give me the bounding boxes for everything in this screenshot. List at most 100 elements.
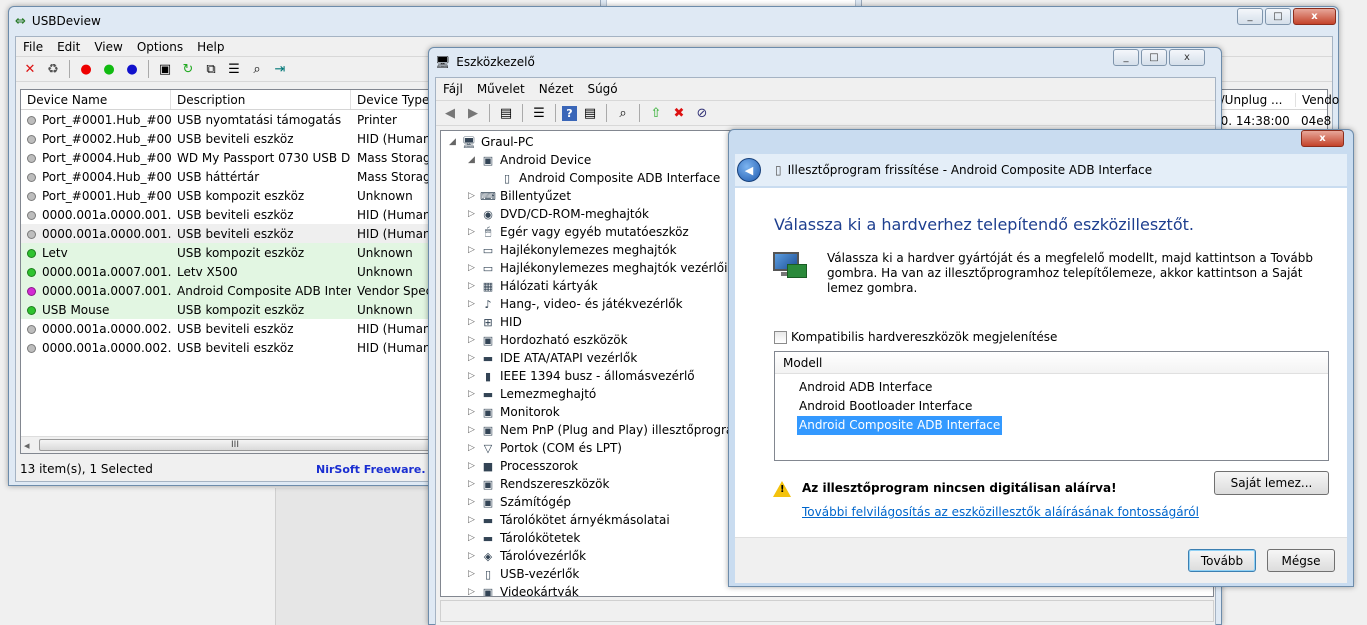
- tree-node[interactable]: ▷ ▯ USB-vezérlők: [468, 565, 579, 583]
- expand-arrow-icon[interactable]: ▷: [468, 515, 478, 525]
- devmgr-close-button[interactable]: x: [1169, 49, 1205, 66]
- horizontal-scrollbar[interactable]: ◂ III: [21, 436, 433, 453]
- expand-arrow-icon[interactable]: ▷: [468, 317, 478, 327]
- tree-node[interactable]: ▷ ◉ DVD/CD-ROM-meghajtók: [468, 205, 649, 223]
- column-plug-date[interactable]: g/Unplug ...: [1213, 93, 1295, 107]
- uninstall-icon[interactable]: ♻: [43, 59, 63, 79]
- expand-arrow-icon[interactable]: ▷: [468, 479, 478, 489]
- properties-icon[interactable]: ☰: [224, 59, 244, 79]
- menu-help[interactable]: Help: [190, 40, 231, 54]
- update-driver-icon[interactable]: ⇧: [646, 103, 666, 123]
- back-arrow-icon[interactable]: ◀: [737, 158, 761, 182]
- save-icon[interactable]: ▣: [155, 59, 175, 79]
- expand-arrow-icon[interactable]: ▷: [468, 389, 478, 399]
- scroll-thumb[interactable]: III: [39, 439, 431, 451]
- tree-node[interactable]: ◢ ▣ Android Device: [468, 151, 591, 169]
- signing-info-link[interactable]: További felvilágosítás az eszközillesztő…: [802, 505, 1199, 519]
- model-item[interactable]: Android Composite ADB Interface: [797, 416, 1003, 435]
- model-item[interactable]: Android Bootloader Interface: [797, 397, 974, 416]
- have-disk-button[interactable]: Saját lemez...: [1214, 471, 1329, 495]
- tree-node[interactable]: ▷ ▣ Számítógép: [468, 493, 571, 511]
- compat-checkbox[interactable]: [774, 330, 787, 344]
- menu-fajl[interactable]: Fájl: [436, 82, 470, 96]
- expand-arrow-icon[interactable]: ▷: [468, 245, 478, 255]
- menu-sugo[interactable]: Súgó: [580, 82, 624, 96]
- help-icon[interactable]: ?: [562, 105, 577, 121]
- refresh-icon[interactable]: ↻: [178, 59, 198, 79]
- menu-view[interactable]: View: [87, 40, 129, 54]
- column-vendor[interactable]: Vendo: [1295, 93, 1339, 107]
- minimize-button[interactable]: _: [1237, 8, 1263, 25]
- nirsoft-link[interactable]: NirSoft Freeware.: [316, 463, 426, 476]
- red-dot-icon[interactable]: ●: [76, 59, 96, 79]
- next-button[interactable]: Tovább: [1188, 549, 1256, 572]
- expand-arrow-icon[interactable]: ▷: [468, 443, 478, 453]
- copy-icon[interactable]: ⧉: [201, 59, 221, 79]
- back-icon[interactable]: ◀: [440, 103, 460, 123]
- wizard-close-button[interactable]: x: [1301, 130, 1344, 147]
- menu-options[interactable]: Options: [130, 40, 190, 54]
- expand-arrow-icon[interactable]: ◢: [449, 137, 459, 147]
- expand-arrow-icon[interactable]: ▷: [468, 407, 478, 417]
- menu-file[interactable]: File: [16, 40, 50, 54]
- expand-arrow-icon[interactable]: ▷: [468, 461, 478, 471]
- expand-arrow-icon[interactable]: ▷: [468, 353, 478, 363]
- expand-arrow-icon[interactable]: ▷: [468, 533, 478, 543]
- console-tree-icon[interactable]: ▤: [496, 103, 516, 123]
- menu-muvelet[interactable]: Művelet: [470, 82, 532, 96]
- properties-sheet-icon[interactable]: ☰: [529, 103, 549, 123]
- green-dot-icon[interactable]: ●: [99, 59, 119, 79]
- tree-node[interactable]: ▷ 🖱 Egér vagy egyéb mutatóeszköz: [468, 223, 689, 241]
- action-pane-icon[interactable]: ▤: [580, 103, 600, 123]
- column-device-name[interactable]: Device Name: [21, 90, 171, 109]
- expand-arrow-icon[interactable]: ▷: [468, 209, 478, 219]
- tree-node[interactable]: ▷ ▭ Hajlékonylemezes meghajtók: [468, 241, 677, 259]
- tree-node[interactable]: ▷ ▬ Tárolókötetek: [468, 529, 580, 547]
- expand-arrow-icon[interactable]: ◢: [468, 155, 478, 165]
- tree-node[interactable]: ▯ Android Composite ADB Interface: [487, 169, 720, 187]
- tree-node[interactable]: ▷ ▭ Hajlékonylemezes meghajtók vezérlői: [468, 259, 727, 277]
- tree-node[interactable]: ▷ ▦ Hálózati kártyák: [468, 277, 598, 295]
- tree-node[interactable]: ▷ ▣ Videokártyák: [468, 583, 579, 596]
- disable-device-icon[interactable]: ⊘: [692, 103, 712, 123]
- expand-arrow-icon[interactable]: ▷: [468, 299, 478, 309]
- expand-arrow-icon[interactable]: ▷: [468, 551, 478, 561]
- expand-arrow-icon[interactable]: ▷: [468, 425, 478, 435]
- disconnect-icon[interactable]: ✕: [20, 59, 40, 79]
- tree-node[interactable]: ▷ ▬ IDE ATA/ATAPI vezérlők: [468, 349, 637, 367]
- tree-node[interactable]: ▷ ⊞ HID: [468, 313, 522, 331]
- blue-dot-icon[interactable]: ●: [122, 59, 142, 79]
- maximize-button[interactable]: □: [1265, 8, 1291, 25]
- model-item[interactable]: Android ADB Interface: [797, 378, 934, 397]
- tree-node[interactable]: ▷ ▣ Rendszereszközök: [468, 475, 609, 493]
- scan-hardware-icon[interactable]: ⌕: [613, 103, 633, 123]
- expand-arrow-icon[interactable]: ▷: [468, 281, 478, 291]
- tree-node[interactable]: ▷ ▣ Hordozható eszközök: [468, 331, 628, 349]
- expand-arrow-icon[interactable]: ▷: [468, 569, 478, 579]
- expand-arrow-icon[interactable]: ▷: [468, 263, 478, 273]
- menu-nezet[interactable]: Nézet: [532, 82, 581, 96]
- tree-node[interactable]: ▷ ▬ Lemezmeghajtó: [468, 385, 596, 403]
- model-list-header[interactable]: Modell: [775, 352, 1328, 374]
- exit-icon[interactable]: ⇥: [270, 59, 290, 79]
- tree-node[interactable]: ▷ ◈ Tárolóvezérlők: [468, 547, 586, 565]
- expand-arrow-icon[interactable]: ▷: [468, 227, 478, 237]
- cancel-button[interactable]: Mégse: [1267, 549, 1335, 572]
- expand-arrow-icon[interactable]: ▷: [468, 371, 478, 381]
- tree-node[interactable]: ▷ ▽ Portok (COM és LPT): [468, 439, 622, 457]
- tree-node[interactable]: ▷ ⌨ Billentyűzet: [468, 187, 571, 205]
- devmgr-maximize-button[interactable]: □: [1141, 49, 1167, 66]
- tree-node[interactable]: ◢ 🖥 Graul-PC: [449, 133, 533, 151]
- tree-node[interactable]: ▷ ▬ Tárolókötet árnyékmásolatai: [468, 511, 670, 529]
- expand-arrow-icon[interactable]: ▷: [468, 335, 478, 345]
- menu-edit[interactable]: Edit: [50, 40, 87, 54]
- search-icon[interactable]: ⌕: [247, 59, 267, 79]
- expand-arrow-icon[interactable]: ▷: [468, 497, 478, 507]
- tree-node[interactable]: ▷ ♪ Hang-, video- és játékvezérlők: [468, 295, 683, 313]
- tree-node[interactable]: ▷ ■ Processzorok: [468, 457, 578, 475]
- tree-node[interactable]: ▷ ▮ IEEE 1394 busz - állomásvezérlő: [468, 367, 695, 385]
- devmgr-minimize-button[interactable]: _: [1113, 49, 1139, 66]
- expand-arrow-icon[interactable]: ▷: [468, 191, 478, 201]
- column-description[interactable]: Description: [171, 90, 351, 109]
- uninstall-device-icon[interactable]: ✖: [669, 103, 689, 123]
